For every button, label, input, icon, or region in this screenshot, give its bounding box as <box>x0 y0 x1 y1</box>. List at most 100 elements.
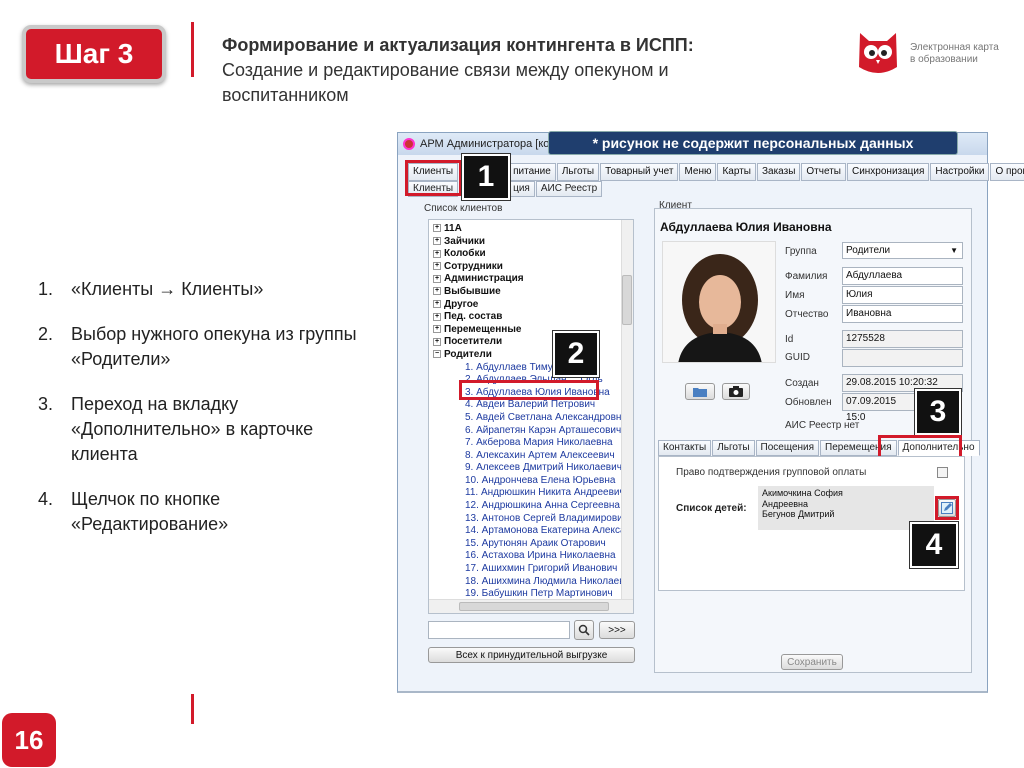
folder-icon[interactable] <box>685 383 715 400</box>
tab-contacts[interactable]: Контакты <box>658 440 712 456</box>
tree-client[interactable]: 8. Алексахин Артем Алексеевич <box>429 450 633 463</box>
menu-item-nutrition[interactable]: питание <box>508 163 556 181</box>
logo-text: Электронная карта в образовании <box>910 42 999 66</box>
tree-client[interactable]: 13. Антонов Сергей Владимирович <box>429 513 633 526</box>
tab-benefits[interactable]: Льготы <box>712 440 755 456</box>
id-label: Id <box>785 334 794 345</box>
edit-icon[interactable] <box>938 499 956 517</box>
children-list[interactable]: Акимочкина София Андреевна Бегунов Дмитр… <box>758 486 934 530</box>
menu-item-goods[interactable]: Товарный учет <box>600 163 679 181</box>
menu-item-benefits[interactable]: Льготы <box>556 163 600 181</box>
tree-label: 6. Айрапетян Карэн Арташесович <box>465 424 622 436</box>
tree-client[interactable]: 5. Авдей Светлана Александровна <box>429 412 633 425</box>
ais-label: АИС Реестр <box>785 420 842 431</box>
tree-client[interactable]: 15. Арутюнян Араик Отарович <box>429 538 633 551</box>
magnifier-icon[interactable] <box>574 620 594 640</box>
next-button[interactable]: >>> <box>599 621 635 639</box>
tree-label: 7. Акберова Мария Николаевна <box>465 437 613 449</box>
menu-item-orders[interactable]: Заказы <box>756 163 801 181</box>
expand-icon[interactable]: + <box>433 274 441 283</box>
tree-client[interactable]: 9. Алексеев Дмитрий Николаевич <box>429 462 633 475</box>
tree-label: 17. Ашихмин Григорий Иванович <box>465 563 618 575</box>
group-select[interactable]: Родители ▼ <box>842 242 963 259</box>
expand-icon[interactable]: + <box>433 287 441 296</box>
tree-group[interactable]: + Зайчики <box>429 236 633 249</box>
tree-vertical-scrollbar[interactable] <box>621 220 633 600</box>
expand-icon[interactable]: + <box>433 337 441 346</box>
step-item: 1. «Клиенты → Клиенты» <box>38 277 368 302</box>
expand-icon[interactable]: + <box>433 299 441 308</box>
tree-scroll-thumb[interactable] <box>622 275 632 325</box>
patronymic-field[interactable]: Ивановна <box>842 305 963 323</box>
force-export-button[interactable]: Всех к принудительной выгрузке <box>428 647 635 663</box>
tree-client[interactable]: 6. Айрапетян Карэн Арташесович <box>429 425 633 438</box>
slide-title-bold: Формирование и актуализация контингента … <box>222 35 694 55</box>
tree-label: 11А <box>444 223 462 234</box>
tree-label: 10. Андрончева Елена Юрьевна <box>465 474 616 486</box>
tree-label: Выбывшие <box>444 285 501 297</box>
client-tree[interactable]: +11А + Зайчики + Колобки + Сотрудники + Админист… <box>428 219 634 614</box>
expand-icon[interactable]: + <box>433 325 441 334</box>
tree-client[interactable]: 1. Абдуллаев Тимур ... <box>429 362 633 375</box>
name-field[interactable]: Юлия <box>842 286 963 304</box>
tree-group[interactable]: +11А <box>429 223 633 236</box>
tree-group[interactable]: + Перемещенные <box>429 324 633 337</box>
tree-client[interactable]: 7. Акберова Мария Николаевна <box>429 437 633 450</box>
tree-client[interactable]: 10. Андрончева Елена Юрьевна <box>429 475 633 488</box>
step-number: 3. <box>38 394 54 414</box>
tree-group[interactable]: + Колобки <box>429 248 633 261</box>
collapse-icon[interactable]: − <box>433 350 441 359</box>
tree-group[interactable]: + Администрация <box>429 273 633 286</box>
submenu-item-tion[interactable]: ция <box>508 181 535 197</box>
tree-group[interactable]: − Родители <box>429 349 633 362</box>
expand-icon[interactable]: + <box>433 249 441 258</box>
tree-label: Другое <box>444 298 479 310</box>
surname-field[interactable]: Абдуллаева <box>842 267 963 285</box>
save-button[interactable]: Сохранить <box>781 654 843 670</box>
logo-text-line1: Электронная карта <box>910 42 999 53</box>
tree-label: Родители <box>444 348 492 360</box>
tree-group[interactable]: + Другое <box>429 299 633 312</box>
callout-2-badge: 2 <box>553 331 599 377</box>
tree-label: 19. Бабушкин Петр Мартинович <box>465 588 613 600</box>
camera-icon[interactable] <box>722 383 750 400</box>
tree-group[interactable]: + Выбывшие <box>429 286 633 299</box>
tree-group[interactable]: + Пед. состав <box>429 311 633 324</box>
tree-label: 9. Алексеев Дмитрий Николаевич <box>465 462 622 474</box>
tree-group[interactable]: + Сотрудники <box>429 261 633 274</box>
tree-hscroll-thumb[interactable] <box>459 602 609 611</box>
tree-client[interactable]: 18. Ашихмина Людмила Николаевна <box>429 576 633 589</box>
menu-item-reports[interactable]: Отчеты <box>801 163 846 181</box>
tree-client[interactable]: 16. Астахова Ирина Николаевна <box>429 550 633 563</box>
client-search-input[interactable] <box>428 621 570 639</box>
tree-label: Зайчики <box>444 235 486 247</box>
menu-item-cards[interactable]: Карты <box>717 163 756 181</box>
menu-item-menu[interactable]: Меню <box>679 163 717 181</box>
tree-label: 13. Антонов Сергей Владимирович <box>465 512 628 524</box>
chevron-down-icon: ▼ <box>950 246 958 255</box>
footer-divider <box>191 694 194 724</box>
submenu-item-ais-registry[interactable]: АИС Реестр <box>535 181 603 197</box>
expand-icon[interactable]: + <box>433 236 441 245</box>
tree-client[interactable]: 4. Авдеи Валерий Петрович <box>429 399 633 412</box>
tree-label: Колобки <box>444 248 486 260</box>
menu-item-settings[interactable]: Настройки <box>930 163 990 181</box>
expand-icon[interactable]: + <box>433 224 441 233</box>
tree-horizontal-scrollbar[interactable] <box>429 599 633 613</box>
list-item: Бегунов Дмитрий <box>762 509 835 519</box>
step-number: 4. <box>38 489 54 509</box>
expand-icon[interactable]: + <box>433 312 441 321</box>
callout-1-badge: 1 <box>462 154 510 200</box>
tab-visits[interactable]: Посещения <box>755 440 820 456</box>
expand-icon[interactable]: + <box>433 262 441 271</box>
menu-item-sync[interactable]: Синхронизация <box>846 163 930 181</box>
step-number: 2. <box>38 324 54 344</box>
tree-client[interactable]: 14. Артамонова Екатерина Александ <box>429 525 633 538</box>
menu-item-about[interactable]: О прог <box>990 163 1024 181</box>
window-title: АРМ Администратора [кон <box>420 138 556 150</box>
tree-client[interactable]: 17. Ашихмин Григорий Иванович <box>429 563 633 576</box>
tree-client[interactable]: 12. Андрюшкина Анна Сергеевна <box>429 500 633 513</box>
group-payment-checkbox[interactable] <box>937 467 948 478</box>
tree-group[interactable]: + Посетители <box>429 336 633 349</box>
tree-client[interactable]: 11. Андрюшкин Никита Андреевич <box>429 487 633 500</box>
